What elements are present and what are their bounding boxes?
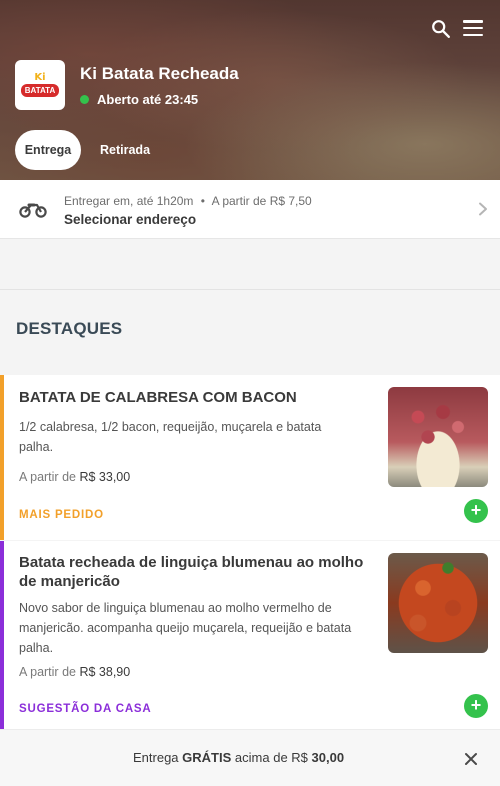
product-card[interactable]: Batata recheada de linguiça blumenau ao …: [0, 541, 500, 736]
product-price: A partir de R$ 33,00: [19, 470, 130, 484]
banner-text-amount: 30,00: [311, 750, 345, 765]
delivery-separator: •: [200, 194, 205, 208]
close-icon[interactable]: [464, 752, 478, 766]
product-title: BATATA DE CALABRESA COM BACON: [19, 389, 297, 406]
product-card[interactable]: BATATA DE CALABRESA COM BACON 1/2 calabr…: [0, 375, 500, 540]
free-delivery-banner: Entrega GRÁTIS acima de R$ 30,00: [0, 729, 500, 786]
product-title: Batata recheada de linguiça blumenau ao …: [19, 554, 364, 590]
delivery-address-bar[interactable]: Entregar em, até 1h20m • A partir de R$ …: [0, 180, 500, 239]
delivery-prefix: Entregar em,: [64, 194, 134, 208]
tab-delivery[interactable]: Entrega: [15, 130, 81, 170]
product-price: A partir de R$ 38,90: [19, 665, 130, 679]
add-to-cart-button[interactable]: +: [464, 499, 488, 523]
open-status: Aberto até 23:45: [80, 92, 198, 107]
menu-icon[interactable]: [463, 20, 483, 36]
status-text: Aberto até 23:45: [97, 92, 199, 107]
product-tag: SUGESTÃO DA CASA: [19, 703, 152, 715]
banner-text: Entrega GRÁTIS acima de R$ 30,00: [133, 750, 344, 765]
section-title: DESTAQUES: [16, 319, 123, 338]
product-description: Novo sabor de linguiça blumenau ao molho…: [19, 601, 352, 655]
logo-badge: BATATA: [20, 84, 60, 97]
banner-text-part: acima de R$: [234, 750, 308, 765]
delivery-info: Entregar em, até 1h20m • A partir de R$ …: [64, 194, 312, 208]
price-value: R$ 33,00: [79, 470, 131, 484]
motorcycle-icon: [19, 203, 47, 218]
price-value: R$ 38,90: [79, 665, 131, 679]
search-icon[interactable]: [430, 18, 452, 40]
select-address-link[interactable]: Selecionar endereço: [64, 212, 196, 227]
store-name: Ki Batata Recheada: [80, 64, 239, 83]
price-prefix: A partir de: [19, 665, 76, 679]
status-dot-icon: [80, 95, 89, 104]
product-image[interactable]: [388, 387, 488, 487]
store-header: Ki BATATA Ki Batata Recheada Aberto até …: [0, 0, 500, 180]
chevron-right-icon[interactable]: [478, 202, 488, 216]
price-prefix: A partir de: [19, 470, 76, 484]
logo-text: Ki: [34, 72, 46, 83]
tab-pickup[interactable]: Retirada: [92, 130, 158, 170]
banner-text-part: Entrega: [133, 750, 179, 765]
product-description: 1/2 calabresa, 1/2 bacon, requeijão, muç…: [19, 420, 322, 454]
delivery-min-price: A partir de R$ 7,50: [211, 194, 312, 208]
delivery-time: até 1h20m: [136, 194, 194, 208]
divider: [0, 289, 500, 290]
product-image[interactable]: [388, 553, 488, 653]
product-tag: MAIS PEDIDO: [19, 509, 104, 521]
add-to-cart-button[interactable]: +: [464, 694, 488, 718]
store-logo: Ki BATATA: [15, 60, 65, 110]
banner-text-highlight: GRÁTIS: [182, 750, 232, 765]
